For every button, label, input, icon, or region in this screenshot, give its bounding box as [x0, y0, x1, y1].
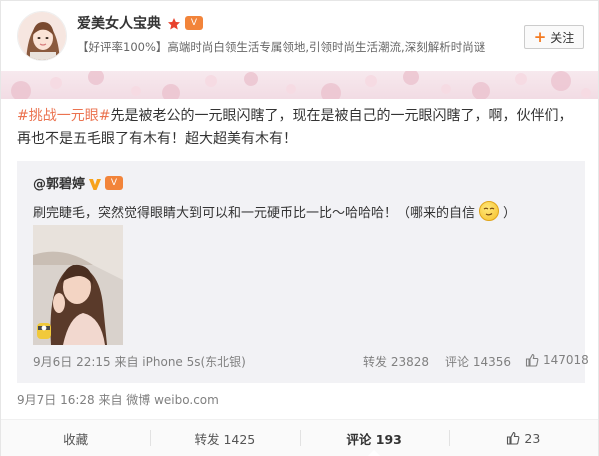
- post-text: #挑战一元眼#先是被老公的一元眼闪瞎了，现在是被自己的一元眼闪瞎了，啊，伙伴们，…: [17, 105, 587, 151]
- floral-banner: [1, 71, 598, 99]
- post-header: 爱美女人宝典 V 【好评率100%】高端时尚白领生活专属领地,引领时尚生活潮流,…: [1, 1, 598, 71]
- repost-forward-count[interactable]: 转发 23828: [363, 353, 429, 370]
- post-text-line2: 再也不是五毛眼了有木有！超大超美有木有！: [17, 131, 297, 147]
- post-time[interactable]: 9月7日 16:28 来自 微博 weibo.com: [17, 391, 219, 408]
- description-text: 高端时尚白领生活专属领地,引领时尚生活潮流,深刻解析时尚谜: [167, 40, 486, 54]
- repost-time[interactable]: 9月6日 22:15 来自 iPhone 5s(东北银): [33, 353, 246, 370]
- forward-label: 转发 1425: [194, 431, 256, 447]
- author-description: 【好评率100%】高端时尚白领生活专属领地,引领时尚生活潮流,深刻解析时尚谜: [77, 39, 485, 55]
- repost-text-end: ）: [503, 205, 517, 221]
- smug-face-emoji-icon: [479, 201, 500, 221]
- follow-label: 关注: [550, 30, 575, 45]
- author-name[interactable]: 爱美女人宝典: [77, 13, 161, 33]
- comment-button[interactable]: 评论 193: [299, 420, 449, 456]
- repost-author-row: @郭碧婷 V: [33, 173, 124, 192]
- avatar[interactable]: [17, 11, 67, 61]
- repost-author[interactable]: @郭碧婷: [33, 173, 85, 192]
- verified-v-icon: [88, 176, 102, 190]
- repost-footer: 9月6日 22:15 来自 iPhone 5s(东北银) 转发 23828 评论…: [33, 353, 589, 371]
- repost-text: 刷完睫毛，突然觉得眼睛大到可以和一元硬币比一比～哈哈哈！（哪来的自信 ）: [33, 201, 516, 221]
- repost-text-main: 刷完睫毛，突然觉得眼睛大到可以和一元硬币比一比～哈哈哈！（哪来的自信: [33, 205, 476, 221]
- thumbs-up-icon: [506, 431, 520, 445]
- follow-button[interactable]: + 关注: [524, 25, 584, 49]
- action-bar: 收藏 转发 1425 评论 193 23: [1, 419, 598, 456]
- repost-box[interactable]: @郭碧婷 V 刷完睫毛，突然觉得眼睛大到可以和一元硬币比一比～哈哈哈！（哪来的自…: [17, 161, 589, 383]
- repost-like[interactable]: 147018: [525, 353, 589, 367]
- thumbs-up-icon: [525, 353, 539, 367]
- comment-label: 评论 193: [346, 431, 402, 447]
- weibo-card: 爱美女人宝典 V 【好评率100%】高端时尚白领生活专属领地,引领时尚生活潮流,…: [0, 0, 599, 456]
- forward-button[interactable]: 转发 1425: [150, 420, 299, 456]
- description-prefix: 【好评率100%】: [77, 40, 168, 54]
- repost-comment-count[interactable]: 评论 14356: [445, 353, 511, 370]
- repost-like-count: 147018: [543, 353, 589, 367]
- plus-icon: +: [533, 27, 547, 46]
- favorite-label: 收藏: [63, 431, 89, 447]
- topic-link[interactable]: #挑战一元眼#: [17, 108, 110, 124]
- star-icon: [167, 16, 181, 30]
- like-count: 23: [524, 430, 541, 446]
- like-button[interactable]: 23: [448, 420, 598, 456]
- favorite-button[interactable]: 收藏: [1, 420, 150, 456]
- name-row: 爱美女人宝典 V: [77, 13, 203, 33]
- repost-photo[interactable]: [33, 225, 123, 345]
- vip-badge-icon: V: [185, 16, 203, 30]
- vip-badge-icon: V: [105, 175, 124, 190]
- post-text-line1: 先是被老公的一元眼闪瞎了，现在是被自己的一元眼闪瞎了，啊，伙伴们，: [110, 108, 573, 124]
